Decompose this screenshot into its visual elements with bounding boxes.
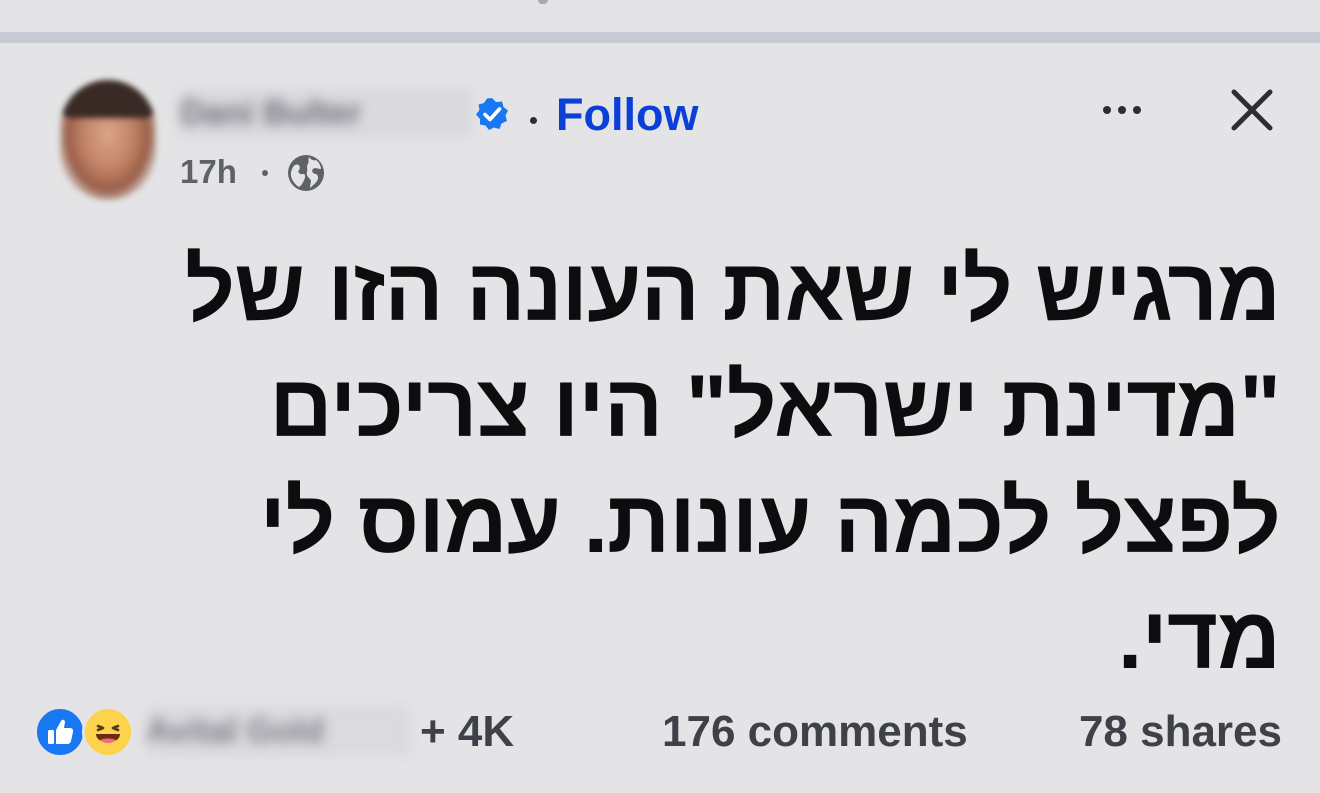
author-name[interactable]: Dani Bulter <box>180 88 472 138</box>
haha-icon <box>82 706 134 758</box>
post-text: מרגיש לי שאת העונה הזו של "מדינת ישראל" … <box>184 240 1281 687</box>
more-horizontal-icon-dot <box>1118 106 1126 114</box>
facebook-post-card: Dani Bulter Follow 17h מרגיש לי שאת העונ… <box>0 0 1320 793</box>
scroll-indicator <box>538 0 548 4</box>
separator-dot <box>530 117 537 124</box>
avatar-hair <box>60 80 156 118</box>
like-icon <box>34 706 86 758</box>
reactions-count[interactable]: + 4K <box>420 704 514 760</box>
reactors-names[interactable]: Avital Gold <box>146 706 410 756</box>
separator-dot <box>262 170 268 176</box>
more-horizontal-icon-dot <box>1133 106 1141 114</box>
verified-badge-icon <box>476 98 508 130</box>
avatar[interactable] <box>60 80 156 200</box>
more-horizontal-icon <box>1103 106 1111 114</box>
section-divider <box>0 32 1320 43</box>
post-timestamp[interactable]: 17h <box>180 152 237 192</box>
follow-button[interactable]: Follow <box>556 87 698 143</box>
more-options-button[interactable] <box>1092 92 1152 128</box>
close-icon[interactable] <box>1226 84 1278 136</box>
comments-count-link[interactable]: 176 comments <box>662 704 968 760</box>
shares-count-link[interactable]: 78 shares <box>1079 704 1282 760</box>
globe-icon <box>288 155 324 191</box>
reactions-summary[interactable] <box>34 704 138 760</box>
